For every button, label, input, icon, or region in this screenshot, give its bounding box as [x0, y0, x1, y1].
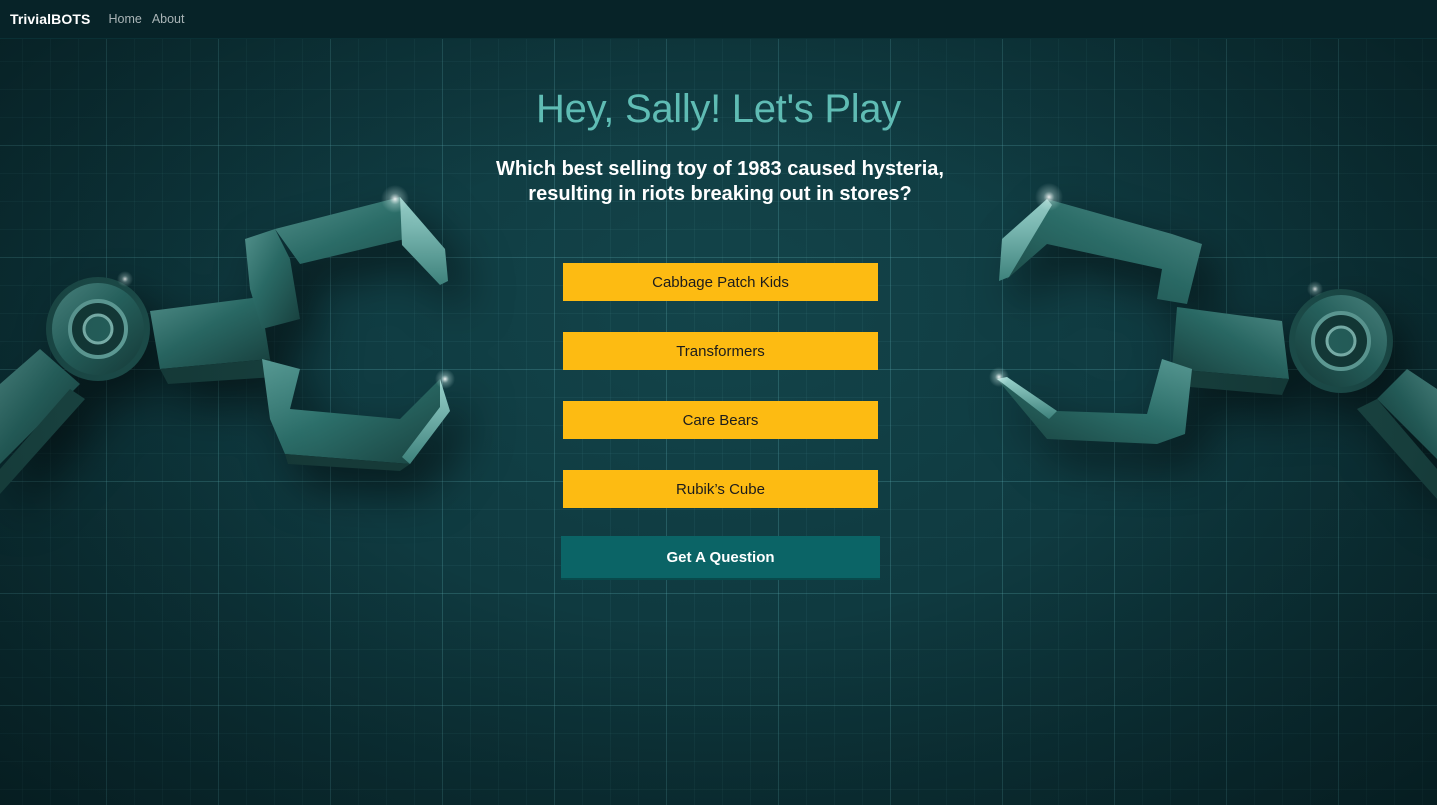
- brand-logo-link[interactable]: TrivialBOTS: [10, 11, 90, 27]
- answer-button-1[interactable]: Cabbage Patch Kids: [563, 263, 878, 301]
- nav-link-about[interactable]: About: [152, 12, 185, 26]
- answer-button-2[interactable]: Transformers: [563, 332, 878, 370]
- trivia-question: Which best selling toy of 1983 caused hy…: [496, 158, 944, 205]
- greeting-title: Hey, Sally! Let's Play: [536, 87, 901, 131]
- top-navbar: TrivialBOTS Home About: [0, 0, 1437, 39]
- get-question-button[interactable]: Get A Question: [561, 536, 880, 580]
- answer-button-4[interactable]: Rubik’s Cube: [563, 470, 878, 508]
- answer-button-3[interactable]: Care Bears: [563, 401, 878, 439]
- nav-link-home[interactable]: Home: [108, 12, 141, 26]
- game-panel: Hey, Sally! Let's Play Which best sellin…: [0, 39, 1437, 805]
